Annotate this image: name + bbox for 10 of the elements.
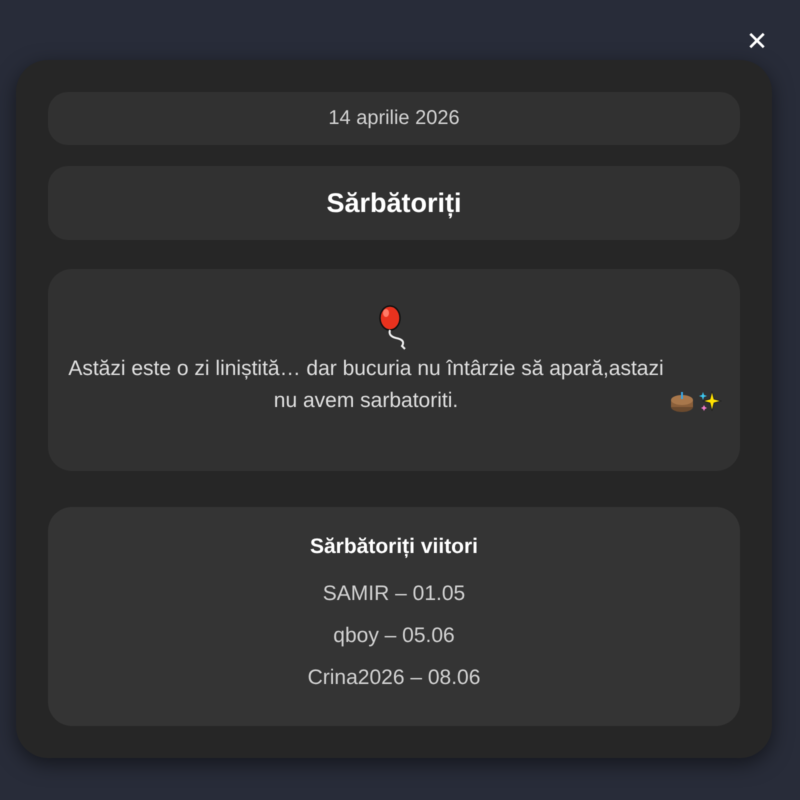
date-label: 14 aprilie 2026 (48, 92, 740, 145)
title-heading: Sărbătoriți (48, 166, 740, 240)
upcoming-entry: SAMIR – 01.05 (322, 581, 466, 607)
upcoming-entry: Crina2026 – 08.06 (308, 665, 480, 691)
cake-icon (670, 391, 694, 413)
message-text: Astăzi este o zi liniștită… dar bucuria nu întârzie să apară,astazi nu avem sarbatoriti. (67, 356, 665, 414)
close-button[interactable]: ✕ (741, 26, 773, 58)
upcoming-entry: qboy – 05.06 (333, 623, 455, 649)
sparkles-icon (698, 389, 722, 413)
upcoming-title: Sărbătoriți viitori (310, 535, 478, 559)
